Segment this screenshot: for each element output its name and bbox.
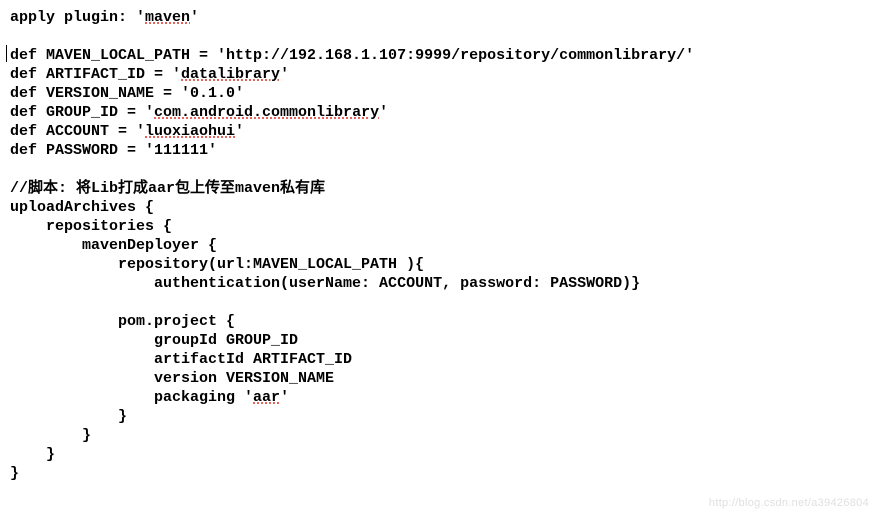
code-line: } bbox=[10, 408, 127, 425]
code-line: groupId GROUP_ID bbox=[10, 332, 298, 349]
code-line: } bbox=[10, 427, 91, 444]
spellcheck-underline: luoxiaohui bbox=[145, 123, 235, 140]
code-line: //脚本: 将Lib打成aar包上传至maven私有库 bbox=[10, 180, 325, 197]
watermark-text: http://blog.csdn.net/a39426804 bbox=[709, 497, 869, 509]
code-snippet-page: apply plugin: 'maven' def MAVEN_LOCAL_PA… bbox=[0, 0, 875, 513]
code-line: apply plugin: 'maven' bbox=[10, 9, 199, 26]
code-line: authentication(userName: ACCOUNT, passwo… bbox=[10, 275, 640, 292]
code-line: def ARTIFACT_ID = 'datalibrary' bbox=[10, 66, 289, 83]
spellcheck-underline: com.android.commonlibrary bbox=[154, 104, 379, 121]
code-line: packaging 'aar' bbox=[10, 389, 289, 406]
code-line: } bbox=[10, 465, 19, 482]
code-line: def PASSWORD = '111111' bbox=[10, 142, 217, 159]
code-line: def MAVEN_LOCAL_PATH = 'http://192.168.1… bbox=[10, 47, 694, 64]
code-line: uploadArchives { bbox=[10, 199, 154, 216]
code-line: } bbox=[10, 446, 55, 463]
code-line: def ACCOUNT = 'luoxiaohui' bbox=[10, 123, 244, 140]
code-line: def VERSION_NAME = '0.1.0' bbox=[10, 85, 244, 102]
text-cursor bbox=[6, 45, 7, 62]
code-line: pom.project { bbox=[10, 313, 235, 330]
code-line: artifactId ARTIFACT_ID bbox=[10, 351, 352, 368]
code-line: def GROUP_ID = 'com.android.commonlibrar… bbox=[10, 104, 388, 121]
code-line: version VERSION_NAME bbox=[10, 370, 334, 387]
code-line: repositories { bbox=[10, 218, 172, 235]
spellcheck-underline: aar bbox=[253, 389, 280, 406]
code-line: repository(url:MAVEN_LOCAL_PATH ){ bbox=[10, 256, 424, 273]
spellcheck-underline: datalibrary bbox=[181, 66, 280, 83]
spellcheck-underline: maven bbox=[145, 9, 190, 26]
code-block: apply plugin: 'maven' def MAVEN_LOCAL_PA… bbox=[0, 0, 875, 483]
code-line: mavenDeployer { bbox=[10, 237, 217, 254]
